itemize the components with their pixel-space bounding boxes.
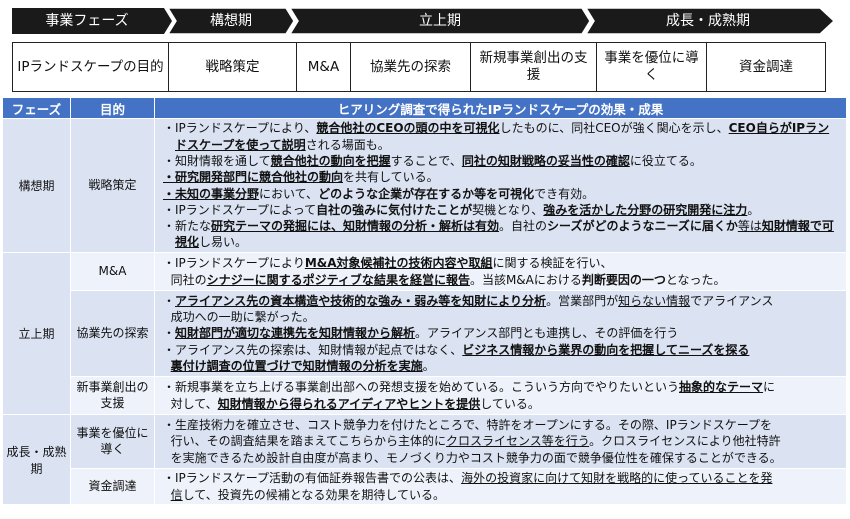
effect-line: 信して、投資先の候補となる効果を期待している。 — [163, 487, 840, 503]
table-row: 資金調達 ・IPランドスケープ活動の有価証券報告書での公表は、海外の投資家に向け… — [3, 469, 847, 505]
purpose-cell: 資金調達 — [71, 469, 155, 505]
purpose-cell: 事業を優位に導く — [71, 415, 155, 469]
effect-line: ・新たな研究テーマの発掘には、知財情報の分析・解析は有効。自社のシーズがどのよう… — [163, 218, 840, 251]
effect-line: ・未知の事業分野において、どのような企業が存在するか等を可視化でき有効。 — [163, 186, 840, 202]
effect-line: ・研究開発部門に競合他社の動向を共有している。 — [163, 169, 840, 185]
table-row: 協業先の探索 ・アライアンス先の資本構造や技術的な強み・弱み等を知財により分析。… — [3, 291, 847, 377]
purpose-header-cell: IPランドスケープの目的 — [13, 43, 169, 91]
table-row: 成長・成熟期 事業を優位に導く ・生産技術力を確立させ、コスト競争力を付けたとこ… — [3, 415, 847, 469]
effect-line: 同社のシナジーに関するポジティブな結果を経営に報告。当該M&Aにおける判断要因の… — [163, 272, 840, 288]
purpose-strategy-cell: 戦略策定 — [169, 43, 297, 91]
effects-table: フェーズ 目的 ヒアリング調査で得られたIPランドスケープの効果・成果 構想期 … — [2, 97, 847, 505]
phase-bar-header: 事業フェーズ — [12, 8, 162, 34]
effect-line: ・アライアンス先の探索は、知財情報が起点ではなく、ビジネス情報から業界の動向を把… — [163, 342, 840, 358]
table-header-row: フェーズ 目的 ヒアリング調査で得られたIPランドスケープの効果・成果 — [3, 98, 847, 119]
phase-bar-label-1: 構想期 — [176, 8, 286, 34]
effect-cell: ・IPランドスケープにより、競合他社のCEOの頭の中を可視化したものに、同社CE… — [155, 119, 847, 253]
effect-line: ・IPランドスケープにより、競合他社のCEOの頭の中を可視化したものに、同社CE… — [163, 120, 840, 153]
table-row: 新事業創出の支援 ・新規事業を立ち上げる事業創出部への発想支援を始めている。こう… — [3, 377, 847, 415]
phase-bar-label-2: 立上期 — [298, 8, 582, 34]
purpose-cell: 新事業創出の支援 — [71, 377, 155, 415]
effect-line: ・IPランドスケープによりM&A対象候補社の技術内容や取組に関する検証を行い、 — [163, 255, 840, 271]
purpose-ma-cell: M&A — [297, 43, 351, 91]
phase-arrow-bar: 事業フェーズ 構想期 立上期 成長・成熟期 — [12, 8, 834, 34]
effect-cell: ・IPランドスケープ活動の有価証券報告書での公表は、海外の投資家に向けて知財を戦… — [155, 469, 847, 505]
effect-cell: ・新規事業を立ち上げる事業創出部への発想支援を始めている。こういう方向でやりたい… — [155, 377, 847, 415]
phase-cell: 成長・成熟期 — [3, 415, 71, 505]
purpose-partner-cell: 協業先の探索 — [351, 43, 471, 91]
effect-line: ・新規事業を立ち上げる事業創出部への発想支援を始めている。こういう方向でやりたい… — [163, 379, 840, 395]
purpose-newbiz-cell: 新規事業創出の支援 — [471, 43, 597, 91]
phase-cell: 立上期 — [3, 253, 71, 415]
purpose-advantage-cell: 事業を優位に導く — [597, 43, 707, 91]
effect-cell: ・生産技術力を確立させ、コスト競争力を付けたところで、特許をオープンにする。その… — [155, 415, 847, 469]
purpose-row: IPランドスケープの目的 戦略策定 M&A 協業先の探索 新規事業創出の支援 事… — [12, 42, 826, 92]
effect-line: ・IPランドスケープ活動の有価証券報告書での公表は、海外の投資家に向けて知財を戦… — [163, 470, 840, 486]
effect-line: を実施できるため設計自由度が高まり、モノづくり力やコスト競争力の面で競争優位性を… — [163, 450, 840, 466]
effect-line: ・IPランドスケープによって自社の強みに気付けたことが契機となり、強みを活かした… — [163, 202, 840, 218]
purpose-cell: 協業先の探索 — [71, 291, 155, 377]
table-row: 構想期 戦略策定 ・IPランドスケープにより、競合他社のCEOの頭の中を可視化し… — [3, 119, 847, 253]
effect-line: ・知財部門が適切な連携先を知財情報から解析。アライアンス部門とも連携し、その評価… — [163, 325, 840, 341]
purpose-cell: 戦略策定 — [71, 119, 155, 253]
effect-cell: ・IPランドスケープによりM&A対象候補社の技術内容や取組に関する検証を行い、 … — [155, 253, 847, 291]
table-row: 立上期 M&A ・IPランドスケープによりM&A対象候補社の技術内容や取組に関す… — [3, 253, 847, 291]
col-header-purpose: 目的 — [71, 98, 155, 119]
effect-line: 成功への一助に繋がった。 — [163, 309, 840, 325]
purpose-funding-cell: 資金調達 — [707, 43, 825, 91]
phase-cell: 構想期 — [3, 119, 71, 253]
effect-line: 対して、知財情報から得られるアイディアやヒントを提供している。 — [163, 396, 840, 412]
effect-line: 行い、その調査結果を踏まえてこちらから主体的にクロスライセンス等を行う。クロスラ… — [163, 433, 840, 449]
effect-line: ・アライアンス先の資本構造や技術的な強み・弱み等を知財により分析。営業部門が知ら… — [163, 293, 840, 309]
purpose-cell: M&A — [71, 253, 155, 291]
effect-line: 裏付け調査の位置づけで知財情報の分析を実施。 — [163, 358, 840, 374]
effect-line: ・生産技術力を確立させ、コスト競争力を付けたところで、特許をオープンにする。その… — [163, 417, 840, 433]
col-header-effect: ヒアリング調査で得られたIPランドスケープの効果・成果 — [155, 98, 847, 119]
phase-bar-label-3: 成長・成熟期 — [594, 8, 822, 34]
col-header-phase: フェーズ — [3, 98, 71, 119]
effect-line: ・知財情報を通して競合他社の動向を把握することで、同社の知財戦略の妥当性の確認に… — [163, 153, 840, 169]
effect-cell: ・アライアンス先の資本構造や技術的な強み・弱み等を知財により分析。営業部門が知ら… — [155, 291, 847, 377]
